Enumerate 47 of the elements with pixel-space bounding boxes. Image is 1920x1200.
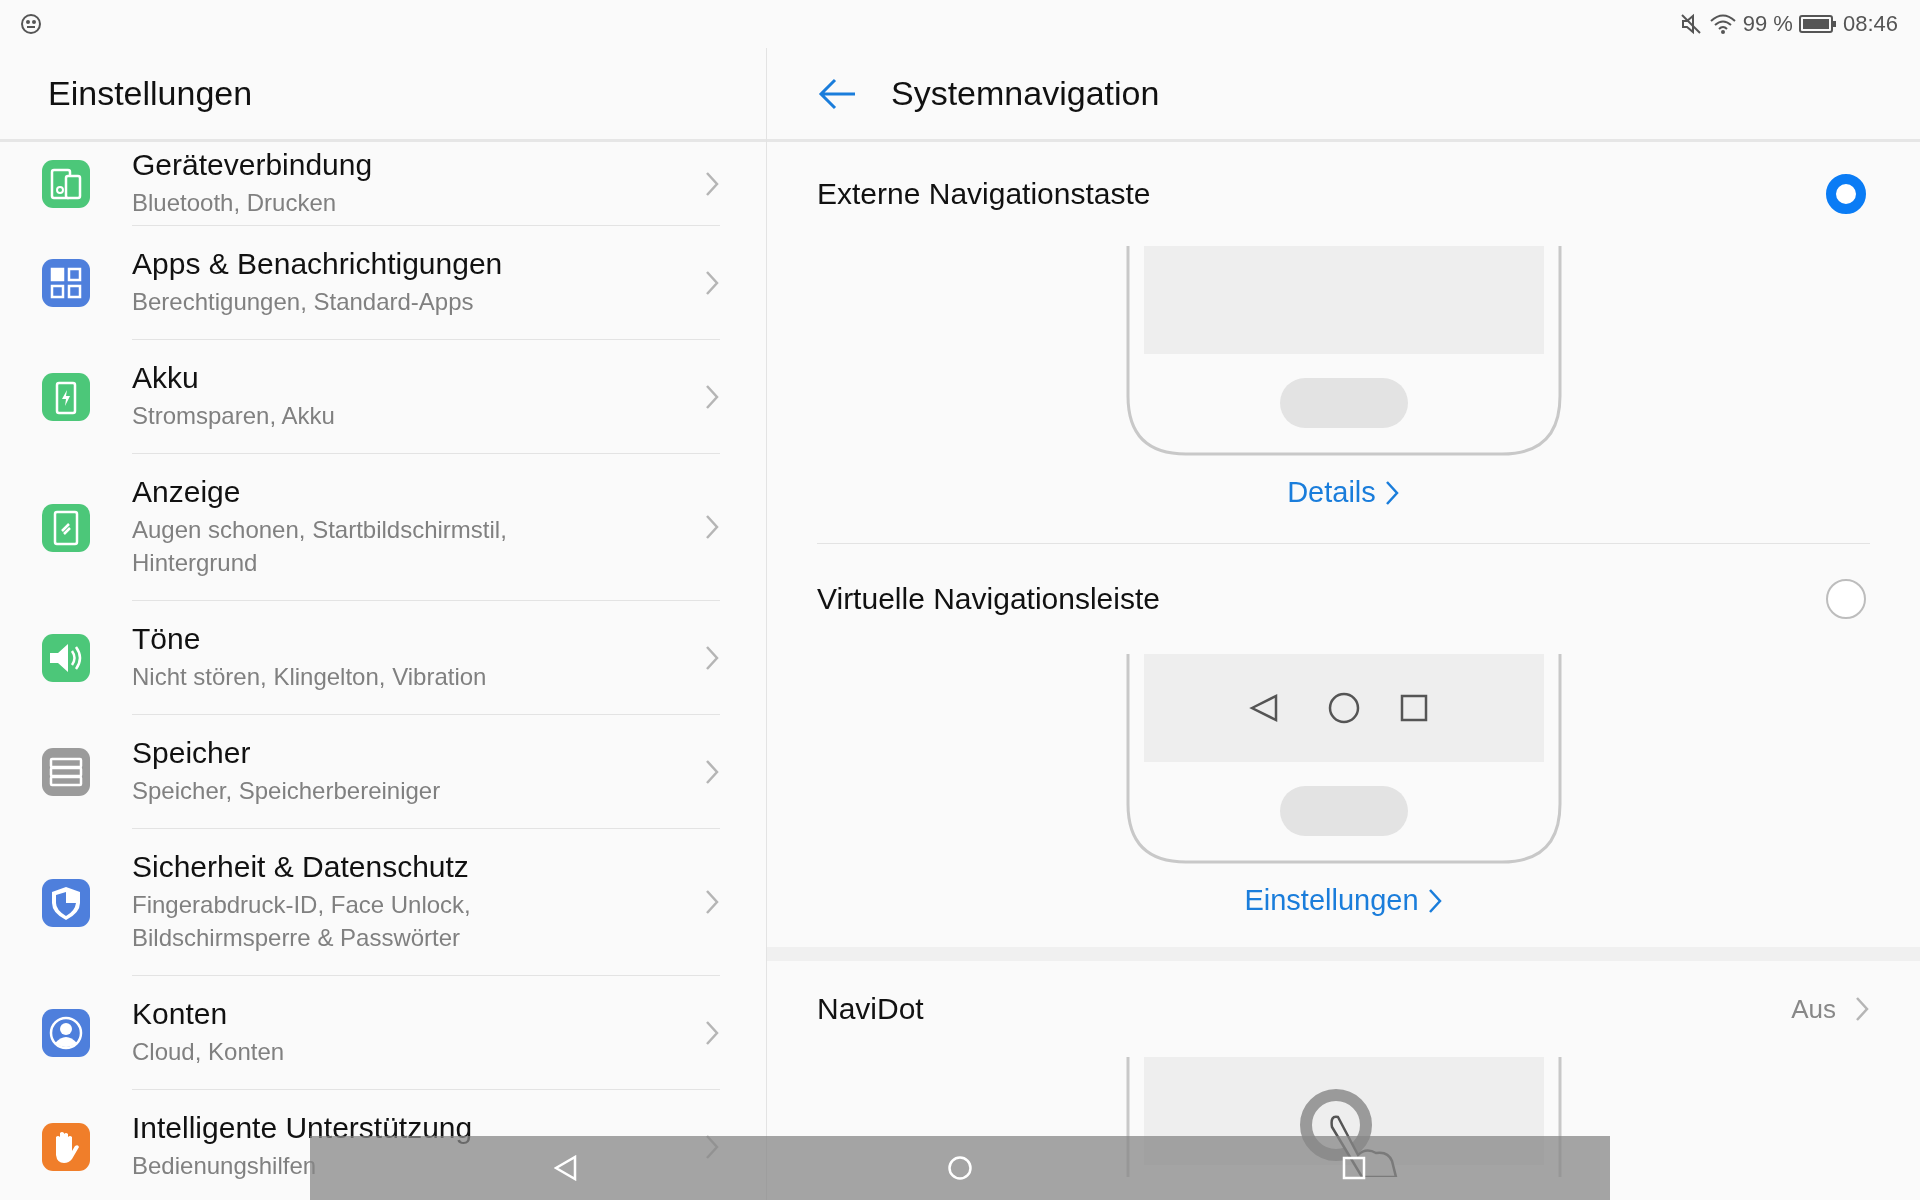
battery-percent: 99 %	[1742, 11, 1793, 37]
chevron-icon	[1383, 479, 1400, 506]
option-link[interactable]: Einstellungen	[1244, 884, 1443, 917]
item-subtitle: Fingerabdruck-ID, Face Unlock, Bildschirmsperre & Passwörter	[132, 890, 472, 953]
chevron-icon	[704, 1019, 720, 1046]
battery-icon	[1798, 15, 1837, 33]
item-title[interactable]: Konten	[132, 997, 228, 1031]
radio-button[interactable]	[1826, 579, 1866, 619]
item-subtitle: Stromsparen, Akku	[132, 401, 335, 431]
item-subtitle: Berechtigungen, Standard-Apps	[132, 287, 474, 317]
notification-icon	[20, 13, 42, 35]
chevron-icon	[1854, 996, 1870, 1022]
chevron-icon	[704, 758, 720, 785]
chevron-icon	[704, 514, 720, 540]
item-subtitle: Nicht stören, Klingelton, Vibration	[132, 662, 487, 692]
back-arrow-icon[interactable]	[817, 76, 857, 111]
page-title: Systemnavigation	[891, 74, 1160, 113]
chevron-icon	[704, 269, 720, 296]
item-title[interactable]: Apps & Benachrichtigungen	[132, 247, 503, 281]
chevron-icon	[704, 889, 720, 915]
chevron-icon	[704, 644, 720, 671]
option-value: Aus	[1791, 993, 1836, 1025]
mute-icon	[1678, 12, 1703, 36]
item-title[interactable]: Töne	[132, 622, 201, 656]
chevron-icon	[704, 383, 720, 410]
sidebar-title: Einstellungen	[48, 74, 253, 113]
item-subtitle: Speicher, Speicherbereiniger	[132, 776, 441, 806]
radio-button[interactable]	[1826, 174, 1866, 214]
chevron-icon	[704, 170, 720, 197]
home-button[interactable]	[947, 1155, 973, 1181]
item-title[interactable]: Sicherheit & Datenschutz	[132, 850, 469, 884]
option-label: Externe Navigationstaste	[817, 177, 1152, 211]
chevron-icon	[1426, 887, 1443, 914]
item-subtitle: Bluetooth, Drucken	[132, 188, 337, 218]
option-link[interactable]: Details	[1287, 476, 1400, 509]
back-button[interactable]	[554, 1155, 579, 1181]
item-title[interactable]: Speicher	[132, 736, 251, 770]
item-subtitle: Cloud, Konten	[132, 1037, 285, 1067]
item-title[interactable]: Geräteverbindung	[132, 148, 373, 182]
clock: 08:46	[1842, 11, 1898, 37]
item-title[interactable]: Anzeige	[132, 475, 241, 509]
wifi-icon	[1708, 13, 1737, 35]
option-label: NaviDot	[817, 992, 925, 1026]
item-subtitle: Augen schonen, Startbildschirmstil, Hintergrund	[132, 515, 508, 578]
option-label: Virtuelle Navigationsleiste	[817, 582, 1161, 616]
item-title[interactable]: Akku	[132, 361, 199, 395]
recents-button[interactable]	[1341, 1156, 1366, 1180]
